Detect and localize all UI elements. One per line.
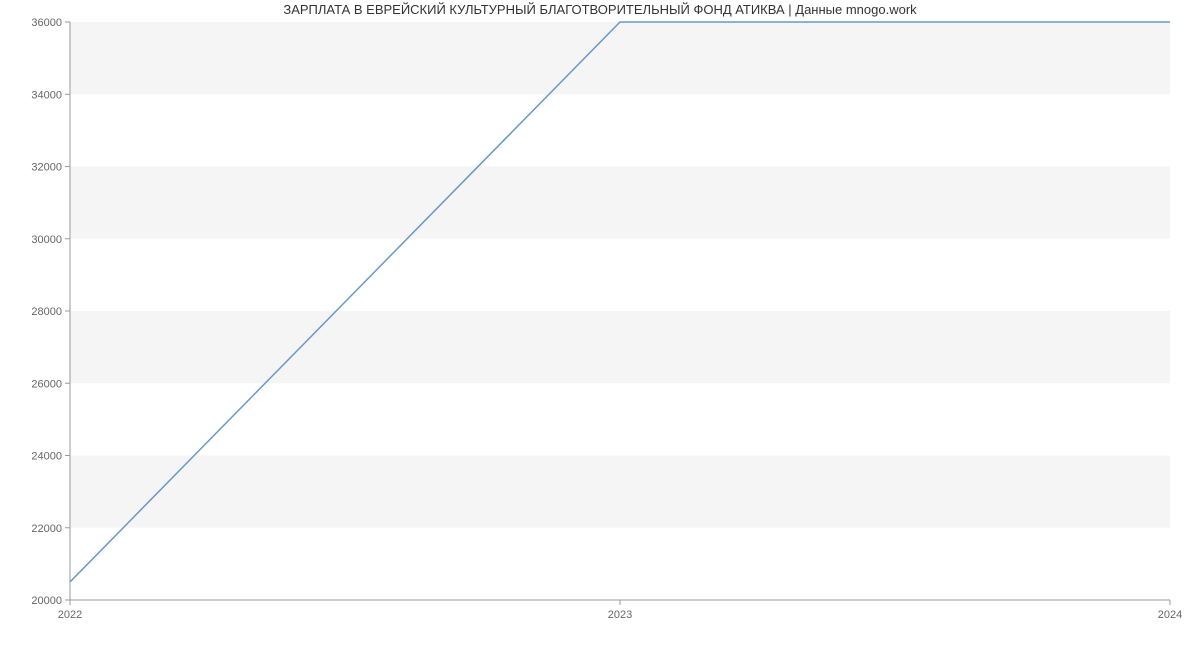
- grid-band: [70, 22, 1170, 94]
- y-tick-label: 26000: [31, 378, 62, 390]
- y-tick-label: 36000: [31, 17, 62, 29]
- x-tick-label: 2024: [1158, 609, 1182, 621]
- y-tick-label: 34000: [31, 89, 62, 101]
- y-tick-label: 22000: [31, 523, 62, 535]
- y-tick-label: 32000: [31, 162, 62, 174]
- y-tick-label: 24000: [31, 451, 62, 463]
- chart-title: ЗАРПЛАТА В ЕВРЕЙСКИЙ КУЛЬТУРНЫЙ БЛАГОТВО…: [283, 2, 917, 17]
- grid-band: [70, 167, 1170, 239]
- chart-container: ЗАРПЛАТА В ЕВРЕЙСКИЙ КУЛЬТУРНЫЙ БЛАГОТВО…: [0, 0, 1200, 650]
- x-tick-label: 2023: [608, 609, 632, 621]
- x-tick-label: 2022: [58, 609, 82, 621]
- grid-band: [70, 311, 1170, 383]
- y-tick-label: 20000: [31, 595, 62, 607]
- plot-area: 20000 22000 24000 26000 28000 30000 32000 34000…: [31, 17, 1182, 621]
- chart-svg: ЗАРПЛАТА В ЕВРЕЙСКИЙ КУЛЬТУРНЫЙ БЛАГОТВО…: [0, 0, 1200, 650]
- y-tick-label: 30000: [31, 234, 62, 246]
- y-tick-label: 28000: [31, 306, 62, 318]
- grid-band: [70, 456, 1170, 528]
